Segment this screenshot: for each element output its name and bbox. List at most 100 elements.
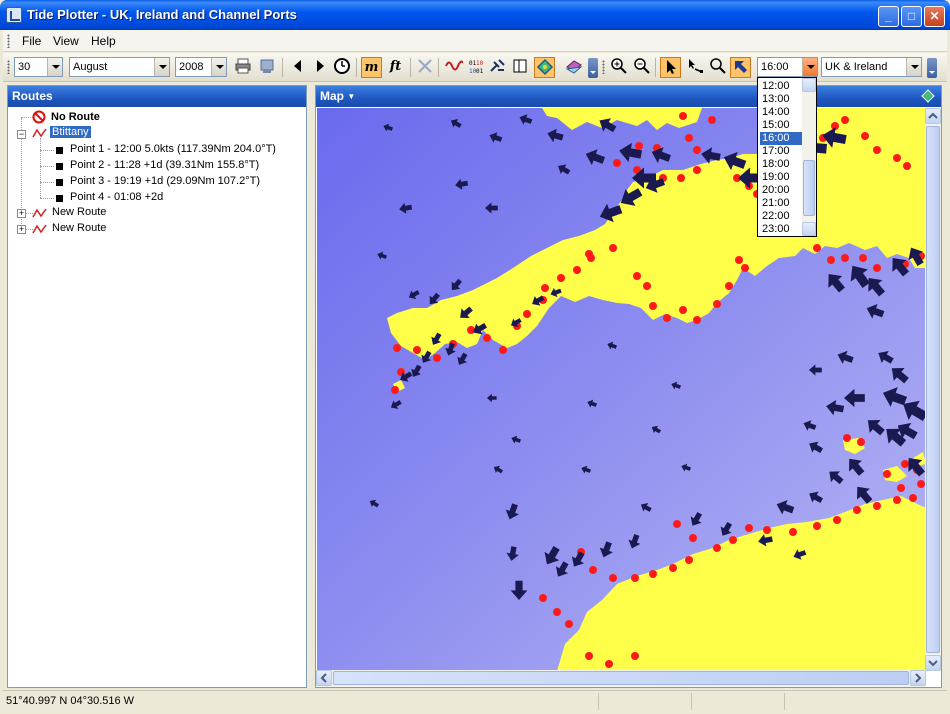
port-marker[interactable]	[693, 146, 701, 154]
previous-button[interactable]	[287, 57, 308, 78]
toolbar-grip[interactable]	[7, 60, 10, 74]
tree-item-point[interactable]: Point 1 - 12:00 5.0kts (117.39Nm 204.0°T…	[70, 143, 276, 158]
print-button[interactable]	[232, 57, 253, 78]
expand-button[interactable]: +	[17, 209, 26, 218]
port-marker[interactable]	[677, 174, 685, 182]
port-marker[interactable]	[859, 254, 867, 262]
port-marker[interactable]	[679, 112, 687, 120]
delete-button[interactable]	[414, 57, 435, 78]
year-select[interactable]: 2008	[175, 57, 227, 77]
port-marker[interactable]	[613, 159, 621, 167]
port-marker[interactable]	[631, 652, 639, 660]
port-marker[interactable]	[685, 556, 693, 564]
port-marker[interactable]	[649, 570, 657, 578]
zoom-tool-button[interactable]	[707, 57, 728, 78]
map-horizontal-scrollbar[interactable]	[316, 670, 926, 687]
port-marker[interactable]	[873, 502, 881, 510]
port-marker[interactable]	[725, 282, 733, 290]
app-icon[interactable]	[6, 7, 22, 23]
port-marker[interactable]	[557, 274, 565, 282]
port-marker[interactable]	[917, 480, 925, 488]
menu-view[interactable]: View	[53, 34, 79, 48]
zoom-in-button[interactable]	[608, 57, 629, 78]
close-button[interactable]: ✕	[924, 6, 945, 27]
zoom-out-button[interactable]	[631, 57, 652, 78]
time-option[interactable]: 12:00	[760, 80, 802, 93]
port-marker[interactable]	[693, 316, 701, 324]
port-marker[interactable]	[679, 306, 687, 314]
port-marker[interactable]	[483, 334, 491, 342]
port-marker[interactable]	[708, 116, 716, 124]
port-marker[interactable]	[827, 256, 835, 264]
port-marker[interactable]	[741, 264, 749, 272]
port-marker[interactable]	[393, 344, 401, 352]
tree-item-point[interactable]: Point 4 - 01:08 +2d	[70, 191, 163, 206]
time-option[interactable]: 23:00	[760, 223, 802, 236]
region-select[interactable]: UK & Ireland	[821, 57, 922, 77]
tide-curve-button[interactable]	[443, 57, 464, 78]
port-marker[interactable]	[735, 256, 743, 264]
port-marker[interactable]	[813, 522, 821, 530]
toolbar-overflow-button[interactable]	[588, 58, 598, 78]
scroll-left-button[interactable]	[316, 670, 332, 686]
port-marker[interactable]	[857, 438, 865, 446]
tide-map-canvas[interactable]	[317, 108, 926, 671]
units-feet-button[interactable]: ft	[385, 57, 406, 78]
time-option[interactable]: 13:00	[760, 93, 802, 106]
port-marker[interactable]	[897, 484, 905, 492]
time-option[interactable]: 17:00	[760, 145, 802, 158]
port-marker[interactable]	[643, 282, 651, 290]
map-view-button[interactable]	[534, 57, 555, 78]
print-preview-button[interactable]	[256, 57, 277, 78]
expand-button[interactable]: +	[17, 225, 26, 234]
port-marker[interactable]	[841, 254, 849, 262]
port-marker[interactable]	[901, 460, 909, 468]
time-dropdown-button[interactable]	[802, 58, 817, 76]
time-option[interactable]: 18:00	[760, 158, 802, 171]
port-marker[interactable]	[729, 536, 737, 544]
port-marker[interactable]	[713, 544, 721, 552]
units-metres-button[interactable]: m	[361, 57, 382, 78]
toolbar-grip[interactable]	[602, 60, 605, 74]
map-header-icon[interactable]	[921, 89, 935, 103]
time-option[interactable]: 19:00	[760, 171, 802, 184]
port-marker[interactable]	[433, 354, 441, 362]
list-scroll-down-button[interactable]	[802, 222, 816, 236]
route-book-button[interactable]	[563, 57, 584, 78]
route-tool-button[interactable]	[684, 57, 705, 78]
now-button[interactable]	[331, 57, 352, 78]
next-button[interactable]	[309, 57, 330, 78]
port-marker[interactable]	[605, 660, 613, 668]
day-dropdown-button[interactable]	[47, 58, 62, 76]
scroll-down-button[interactable]	[925, 655, 941, 671]
port-marker[interactable]	[693, 166, 701, 174]
menu-help[interactable]: Help	[91, 34, 116, 48]
port-marker[interactable]	[649, 302, 657, 310]
port-marker[interactable]	[903, 162, 911, 170]
port-marker[interactable]	[841, 116, 849, 124]
time-option[interactable]: 21:00	[760, 197, 802, 210]
port-marker[interactable]	[467, 326, 475, 334]
month-dropdown-button[interactable]	[154, 58, 169, 76]
tree-item-point[interactable]: Point 2 - 11:28 +1d (39.31Nm 155.8°T)	[70, 159, 259, 174]
port-marker[interactable]	[541, 284, 549, 292]
scroll-right-button[interactable]	[910, 670, 926, 686]
port-marker[interactable]	[635, 142, 643, 150]
port-marker[interactable]	[861, 132, 869, 140]
time-list-scrollbar[interactable]	[802, 78, 816, 236]
list-scroll-up-button[interactable]	[802, 78, 816, 92]
vertical-scroll-thumb[interactable]	[926, 126, 940, 653]
time-dropdown-list[interactable]: 12:00 13:00 14:00 15:00 16:00 17:00 18:00 19:00…	[757, 77, 817, 237]
port-marker[interactable]	[893, 496, 901, 504]
tree-item-route[interactable]: New Route	[32, 206, 132, 221]
port-marker[interactable]	[873, 264, 881, 272]
port-marker[interactable]	[873, 146, 881, 154]
port-marker[interactable]	[833, 516, 841, 524]
port-marker[interactable]	[391, 386, 399, 394]
port-marker[interactable]	[413, 346, 421, 354]
map-vertical-scrollbar[interactable]	[925, 108, 941, 671]
tree-item-no-route[interactable]: No Route	[32, 110, 152, 125]
list-scroll-thumb[interactable]	[803, 160, 815, 216]
time-option[interactable]: 20:00	[760, 184, 802, 197]
port-marker[interactable]	[813, 244, 821, 252]
